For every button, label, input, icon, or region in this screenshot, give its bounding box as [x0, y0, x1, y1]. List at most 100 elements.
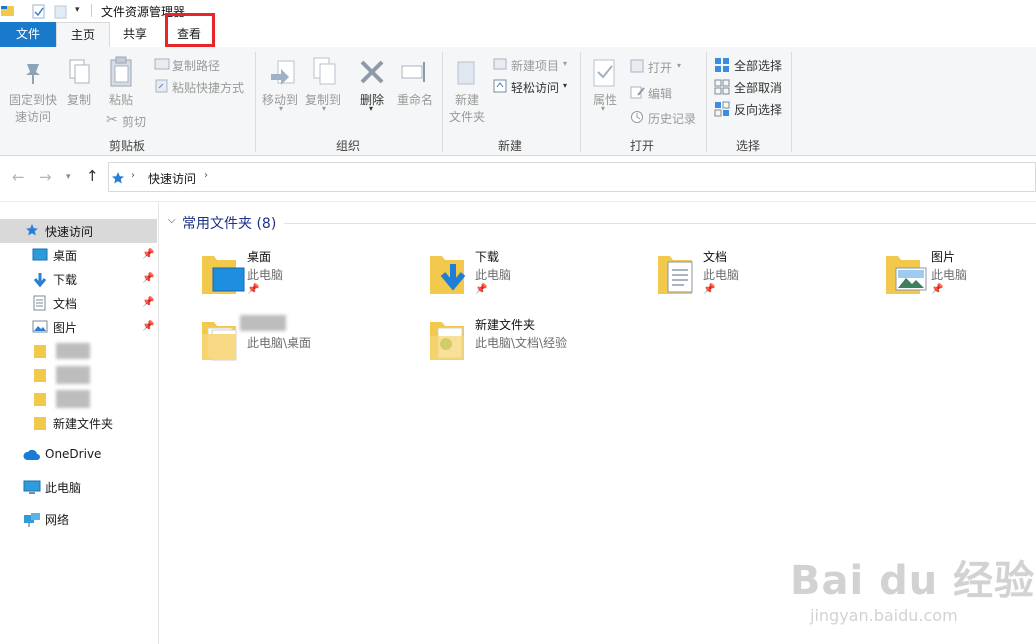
- ribbon-divider: [706, 52, 707, 152]
- breadcrumb-separator-icon[interactable]: ›: [131, 170, 135, 181]
- clipboard-group-label: 剪贴板: [108, 139, 145, 153]
- explorer-icon[interactable]: [0, 3, 16, 19]
- up-arrow-icon[interactable]: ↑: [86, 167, 99, 185]
- quick-access-star-icon: [112, 172, 124, 184]
- folder-icon: [34, 345, 46, 358]
- pinned-icon: 📌: [475, 284, 488, 295]
- redacted-folder-name[interactable]: [56, 343, 90, 359]
- collapse-chevron-icon[interactable]: ⌵: [168, 215, 176, 226]
- paste-button[interactable]: 粘贴: [104, 92, 138, 109]
- paste-icon: [110, 56, 132, 87]
- edit-button[interactable]: 编辑: [648, 85, 672, 102]
- new-item-icon: [493, 58, 507, 70]
- address-bar[interactable]: [108, 162, 1036, 192]
- breadcrumb-separator-icon[interactable]: ›: [204, 170, 208, 181]
- watermark-brand: Bai du 经验: [790, 558, 1036, 604]
- redacted-folder-name[interactable]: [56, 366, 90, 384]
- easy-access-button[interactable]: 轻松访问: [511, 79, 559, 96]
- delete-dropdown-arrow: ▾: [369, 104, 374, 113]
- tile-location: 此电脑: [475, 268, 512, 282]
- quick-access-toolbar-dropdown[interactable]: ▾: [75, 5, 80, 15]
- pinned-icon: 📌: [247, 284, 260, 295]
- desktop-icon: [32, 248, 48, 261]
- titlebar-divider: [91, 4, 92, 17]
- pin-icon: [26, 64, 40, 84]
- documents-folder-icon: [658, 256, 693, 294]
- pin-quick-access-button[interactable]: 固定到快 速访问: [4, 92, 62, 126]
- copy-path-button[interactable]: 复制路径: [172, 57, 220, 74]
- edit-icon: [630, 86, 645, 99]
- quick-access-star-icon: [26, 224, 38, 236]
- breadcrumb-quick-access[interactable]: 快速访问: [148, 170, 196, 187]
- nav-pictures[interactable]: 图片: [53, 319, 77, 336]
- select-all-button[interactable]: 全部选择: [734, 57, 782, 74]
- tile-name[interactable]: 桌面: [247, 248, 271, 265]
- easy-access-icon: [493, 79, 507, 93]
- organize-group-label: 组织: [335, 139, 360, 153]
- new-item-button[interactable]: 新建项目: [511, 57, 559, 74]
- frequent-folders-heading[interactable]: 常用文件夹 (8): [182, 213, 276, 233]
- folder-icon: [34, 393, 46, 406]
- downloads-folder-icon: [430, 256, 466, 294]
- pinned-icon: 📌: [931, 284, 944, 295]
- ribbon-divider: [255, 52, 256, 152]
- rename-button[interactable]: 重命名: [394, 92, 436, 109]
- redacted-tile-name[interactable]: [240, 315, 286, 331]
- new-folder-folder-icon: [430, 322, 464, 360]
- select-none-button[interactable]: 全部取消: [734, 79, 782, 96]
- open-group-label: 打开: [629, 139, 654, 153]
- tab-file[interactable]: 文件: [0, 22, 56, 47]
- open-dropdown-arrow: ▾: [677, 61, 682, 70]
- paste-shortcut-button[interactable]: 粘贴快捷方式: [172, 79, 244, 96]
- pinned-icon: 📌: [142, 273, 155, 284]
- cut-button[interactable]: 剪切: [122, 113, 146, 130]
- move-to-dropdown-arrow: ▾: [279, 104, 284, 113]
- pin-label-line1: 固定到快: [8, 93, 57, 107]
- pin-label-line2: 速访问: [14, 110, 51, 124]
- folder-icon: [34, 417, 46, 430]
- tab-home[interactable]: 主页: [56, 22, 110, 48]
- ribbon-divider: [791, 52, 792, 152]
- baidu-jingyan-watermark: Bai du 经验 jingyan.baidu.com: [790, 548, 1035, 625]
- new-folder-label-line2: 文件夹: [448, 110, 485, 124]
- tile-name[interactable]: 图片: [931, 248, 955, 265]
- ribbon-divider: [442, 52, 443, 152]
- properties-quick-icon[interactable]: [31, 4, 47, 20]
- pinned-icon: 📌: [703, 284, 716, 295]
- tab-share[interactable]: 共享: [108, 22, 162, 47]
- nav-documents[interactable]: 文档: [53, 295, 77, 312]
- redacted-folder-name[interactable]: [56, 390, 90, 408]
- open-button[interactable]: 打开: [648, 59, 672, 76]
- invert-selection-button[interactable]: 反向选择: [734, 101, 782, 118]
- new-folder-quick-icon[interactable]: [53, 4, 69, 20]
- move-to-icon: [271, 60, 295, 85]
- copy-button[interactable]: 复制: [62, 92, 96, 109]
- back-arrow-icon[interactable]: ←: [12, 168, 25, 186]
- recent-locations-chevron-icon[interactable]: ▾: [66, 172, 71, 182]
- rename-icon: [401, 62, 425, 82]
- documents-icon: [33, 295, 46, 311]
- nav-downloads[interactable]: 下载: [53, 271, 77, 288]
- pinned-icon: 📌: [142, 297, 155, 308]
- watermark-url: jingyan.baidu.com: [810, 606, 958, 625]
- pictures-icon: [32, 320, 48, 333]
- nav-onedrive[interactable]: OneDrive: [45, 447, 101, 461]
- forward-arrow-icon[interactable]: →: [39, 168, 52, 186]
- new-group-label: 新建: [497, 139, 522, 153]
- nav-desktop[interactable]: 桌面: [53, 247, 77, 264]
- new-folder-label-line1: 新建: [454, 93, 479, 107]
- nav-network[interactable]: 网络: [45, 511, 69, 528]
- tile-name[interactable]: 新建文件夹: [475, 316, 535, 333]
- tile-location: 此电脑\文档\经验: [475, 336, 568, 350]
- delete-icon: [360, 60, 384, 84]
- section-divider: [284, 223, 1036, 224]
- tile-location: 此电脑: [931, 268, 968, 282]
- copy-path-icon: [154, 58, 170, 70]
- select-group-label: 选择: [735, 139, 760, 153]
- nav-this-pc[interactable]: 此电脑: [45, 479, 81, 496]
- history-button[interactable]: 历史记录: [648, 110, 696, 127]
- nav-new-folder[interactable]: 新建文件夹: [53, 415, 113, 432]
- new-folder-button[interactable]: 新建 文件夹: [446, 92, 488, 126]
- tile-name[interactable]: 下载: [475, 248, 499, 265]
- tile-name[interactable]: 文档: [703, 248, 727, 265]
